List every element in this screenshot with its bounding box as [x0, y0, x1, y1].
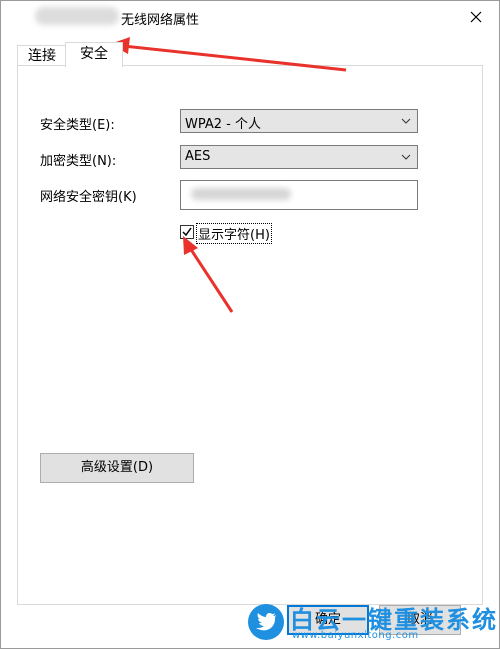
security-type-select[interactable]: WPA2 - 个人 — [180, 109, 418, 133]
advanced-settings-button[interactable]: 高级设置(D) — [40, 453, 194, 483]
security-tab-panel: 安全类型(E): WPA2 - 个人 加密类型(N): AES 网络安全密钥(K… — [17, 65, 483, 605]
security-type-label: 安全类型(E): — [40, 118, 115, 133]
encryption-type-label: 加密类型(N): — [40, 154, 117, 169]
tab-security[interactable]: 安全 — [65, 42, 123, 67]
show-characters-label[interactable]: 显示字符(H) — [196, 223, 272, 244]
ok-button[interactable]: 确定 — [287, 605, 369, 635]
encryption-type-select[interactable]: AES — [180, 145, 418, 169]
close-icon — [470, 11, 482, 23]
close-button[interactable] — [453, 1, 499, 33]
encryption-type-value: AES — [185, 149, 211, 164]
network-key-input[interactable] — [180, 180, 418, 210]
checkmark-icon — [182, 227, 192, 237]
tab-connection[interactable]: 连接 — [17, 45, 67, 66]
blurred-password — [191, 188, 291, 200]
chevron-down-icon — [401, 154, 411, 160]
network-key-label: 网络安全密钥(K) — [40, 190, 137, 205]
chevron-down-icon — [401, 118, 411, 124]
blurred-network-name — [35, 7, 119, 25]
security-type-value: WPA2 - 个人 — [185, 117, 261, 132]
cancel-button[interactable]: 取消 — [379, 605, 461, 635]
wireless-network-properties-dialog: 无线网络属性 连接 安全 安全类型(E): WPA2 - 个人 加密类型(N):… — [0, 0, 500, 649]
title-bar: 无线网络属性 — [1, 1, 499, 33]
show-characters-checkbox[interactable] — [180, 225, 194, 239]
window-title: 无线网络属性 — [121, 13, 200, 28]
